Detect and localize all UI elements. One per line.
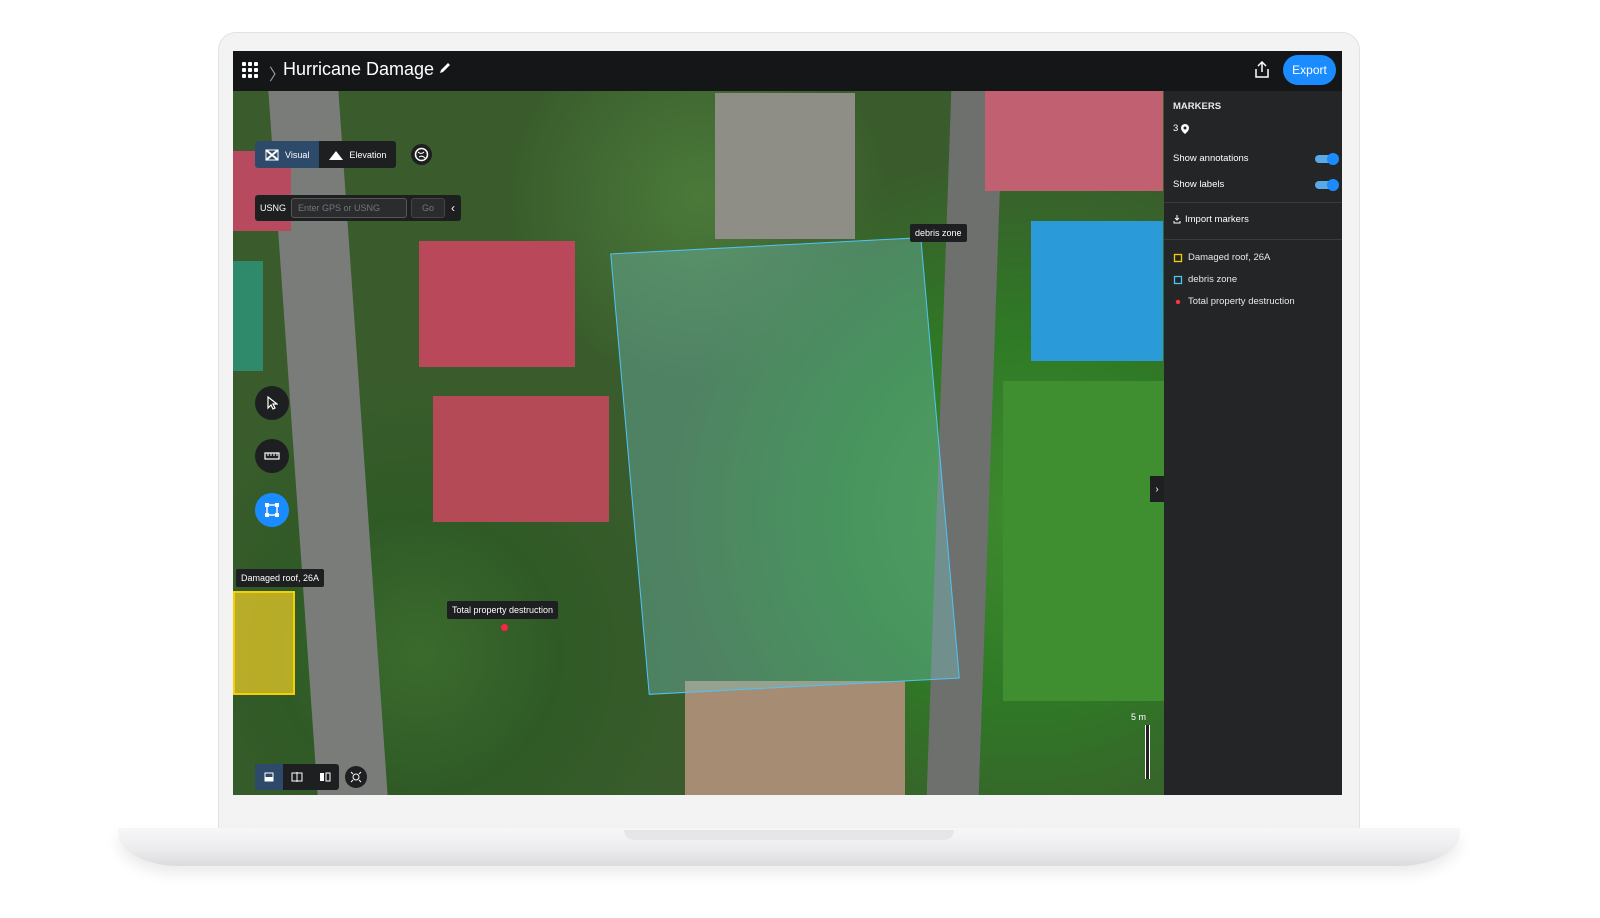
usng-search-bar: USNG Go ‹ [255,195,462,221]
show-annotations-row: Show annotations [1173,152,1339,165]
markers-heading: MARKERS [1173,101,1222,112]
mode-elevation-button[interactable]: Elevation [319,141,397,168]
roof [985,91,1163,191]
mode-elevation-label: Elevation [349,149,387,160]
page-title: Hurricane Damage [283,59,435,79]
roof [685,681,905,795]
export-button[interactable]: Export [1283,55,1336,85]
divider [1164,202,1342,203]
total-destruction-label: Total property destruction [447,601,559,619]
total-destruction-pin[interactable] [501,624,508,631]
mountain-icon [329,150,344,160]
marker-label: debris zone [1188,274,1238,285]
damaged-roof-polygon[interactable] [233,591,295,695]
marker-item[interactable]: Damaged roof, 26A [1173,252,1270,263]
damaged-roof-label: Damaged roof, 26A [236,569,325,587]
compare-view-icon[interactable] [283,764,311,790]
share-icon[interactable] [1254,60,1270,84]
globe-icon[interactable] [411,144,432,165]
top-bar: 〉 Hurricane Damage Export [233,51,1342,91]
import-icon [1173,215,1181,224]
marker-label: Damaged roof, 26A [1188,252,1271,263]
split-view-icon[interactable] [311,764,339,790]
location-pin-icon [1181,123,1190,134]
marker-label: Total property destruction [1188,296,1295,307]
marker-item[interactable]: Total property destruction [1173,296,1295,307]
app-screen: 〉 Hurricane Damage Export debris zone Da… [233,51,1342,795]
mode-visual-label: Visual [285,149,310,160]
map-canvas[interactable]: debris zone Damaged roof, 26A Total prop… [233,91,1164,795]
polygon-icon [265,503,279,517]
point-marker-icon [1175,299,1181,304]
roof [1003,381,1164,701]
cursor-icon [267,396,278,410]
markers-count: 3 [1173,123,1190,134]
roof [233,261,263,371]
polygon-tool-button[interactable] [255,493,289,527]
scale-bar [1145,725,1150,779]
markers-count-value: 3 [1173,123,1179,134]
show-annotations-toggle[interactable] [1315,152,1339,165]
import-markers-button[interactable]: Import markers [1173,214,1249,225]
layout-view-bar [255,764,339,790]
mode-visual-button[interactable]: Visual [255,141,320,168]
chevron-right-icon[interactable]: › [1150,476,1164,502]
divider [1164,239,1342,240]
chevron-left-icon[interactable]: ‹ [445,201,461,215]
debris-zone-label: debris zone [910,224,967,242]
import-markers-label: Import markers [1185,214,1249,225]
usng-go-button[interactable]: Go [411,198,446,218]
debris-zone-polygon[interactable] [610,237,960,695]
measure-tool-button[interactable] [255,439,289,473]
show-labels-row: Show labels [1173,178,1339,191]
roof [715,93,855,239]
polygon-marker-icon [1173,275,1183,284]
show-labels-label: Show labels [1173,179,1225,190]
roof [419,241,575,367]
usng-input[interactable] [291,198,408,218]
markers-sidebar: MARKERS 3 Show annotations Show labels I… [1164,91,1342,795]
roof [1031,221,1163,361]
ruler-icon [264,452,280,460]
show-labels-toggle[interactable] [1315,178,1339,191]
usng-label: USNG [260,203,287,213]
single-view-icon[interactable] [255,764,283,790]
laptop-notch [624,830,954,840]
polygon-marker-icon [1173,253,1183,262]
show-annotations-label: Show annotations [1173,153,1249,164]
view-mode-toggle: Visual Elevation [255,141,397,168]
marker-item[interactable]: debris zone [1173,274,1237,285]
apps-grid-icon[interactable] [242,62,258,78]
select-tool-button[interactable] [255,386,289,420]
visual-icon [265,148,279,161]
recenter-icon[interactable] [345,766,367,788]
roof [433,396,609,522]
edit-title-icon[interactable] [438,61,452,80]
scale-label: 5 m [1131,712,1147,722]
